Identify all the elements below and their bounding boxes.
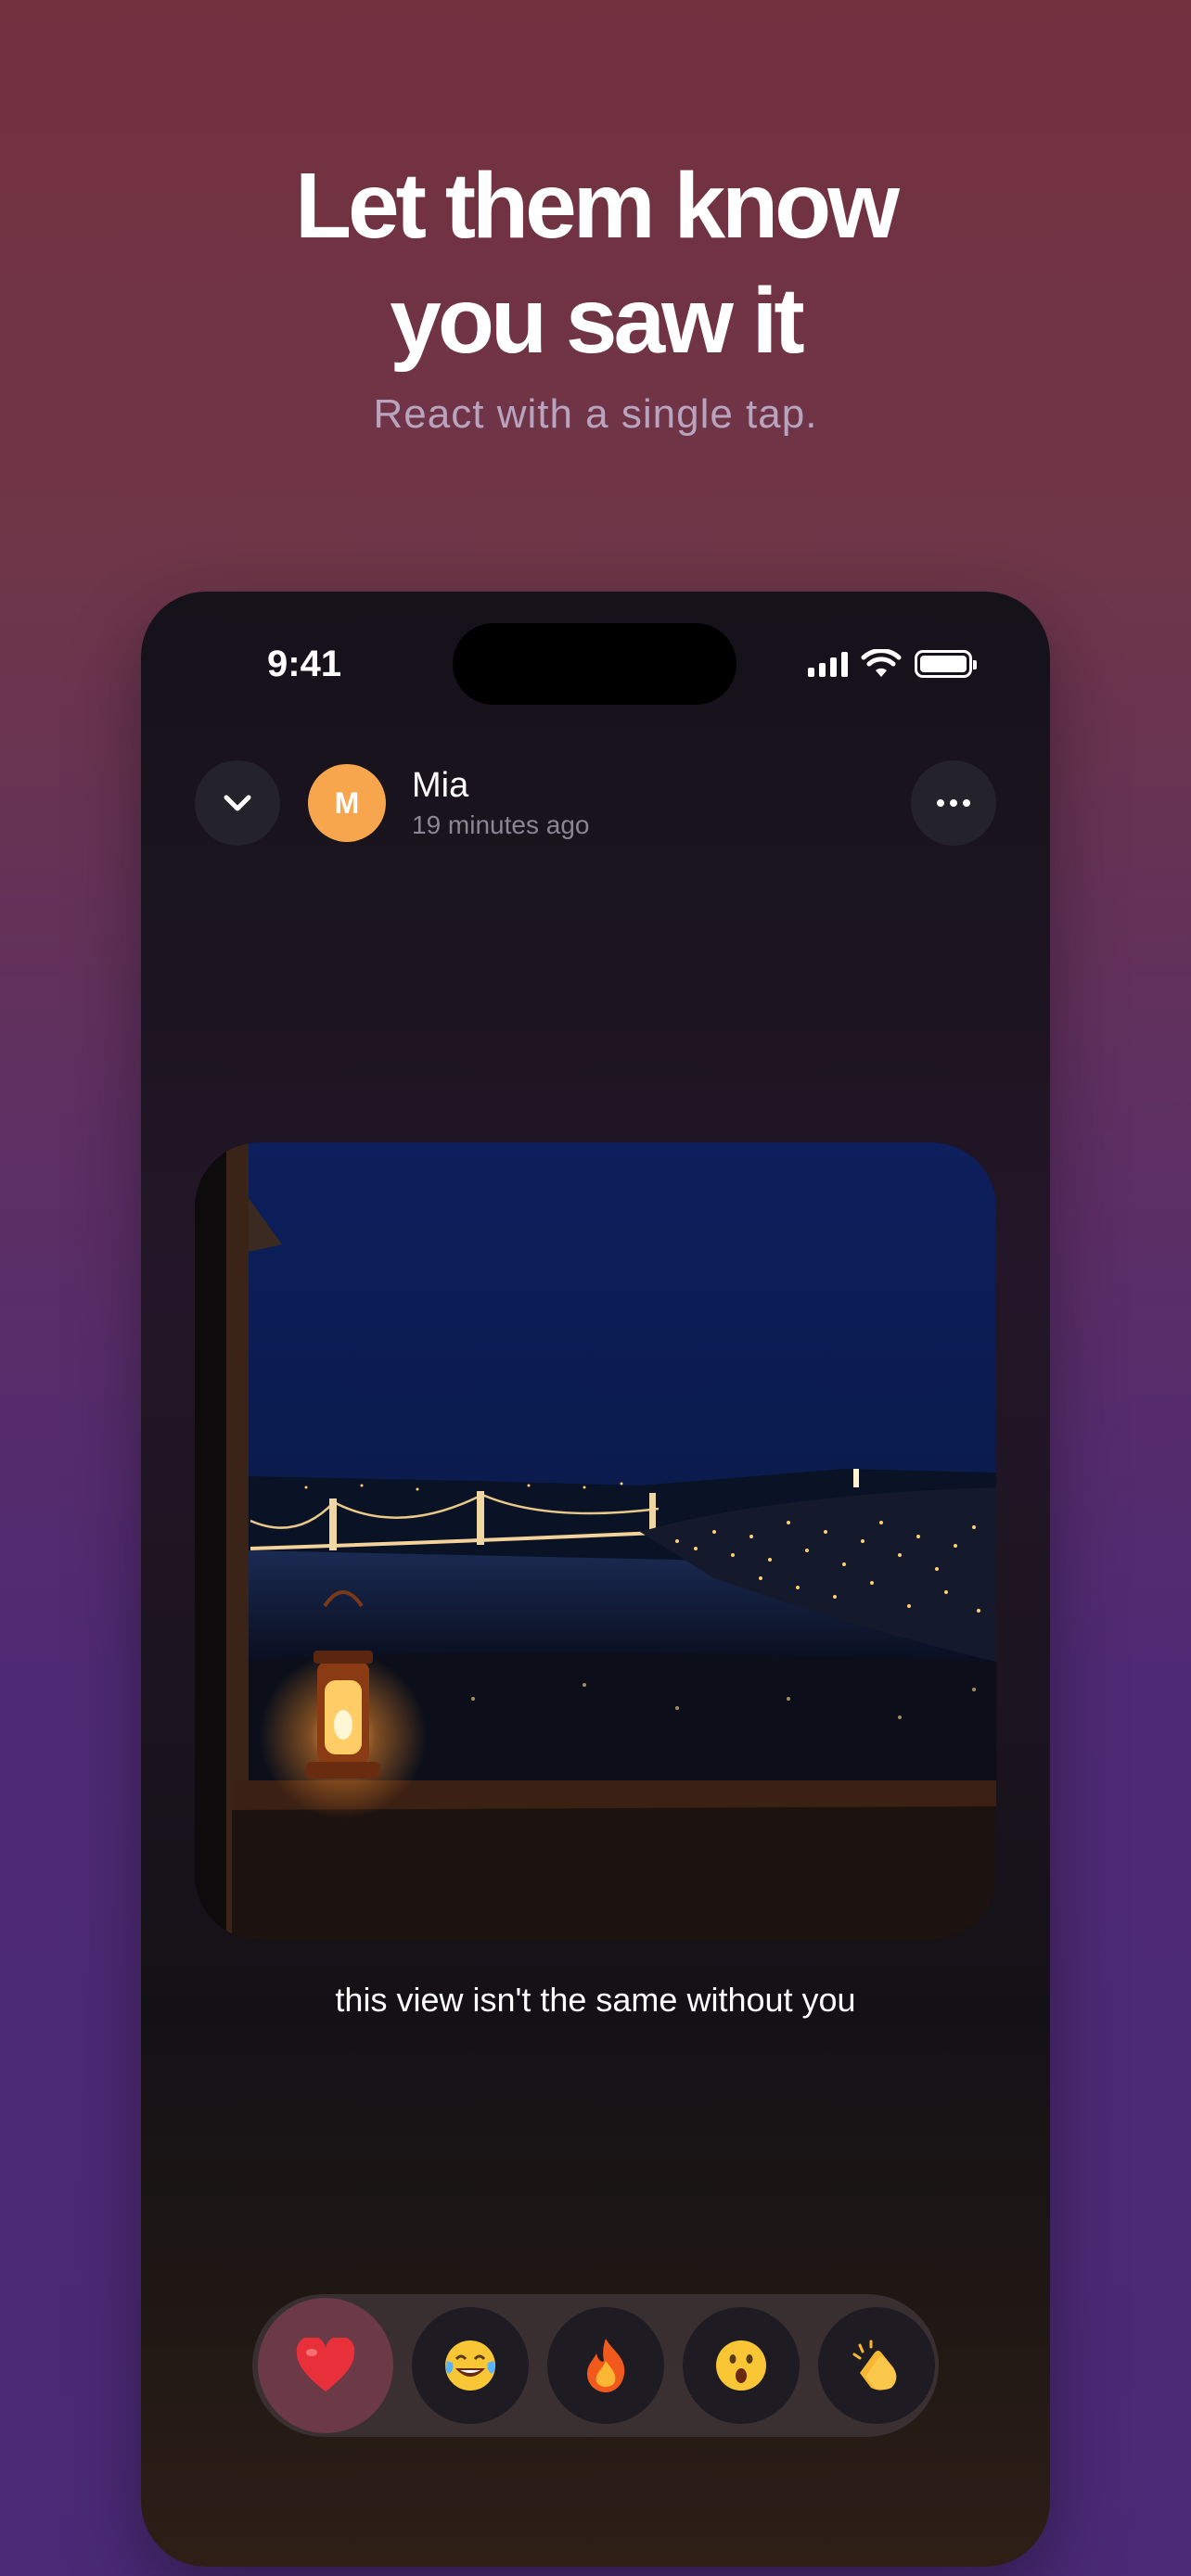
headline-line-2: you saw it — [390, 269, 804, 373]
wifi-icon — [861, 649, 902, 677]
posted-time: 19 minutes ago — [412, 810, 590, 839]
status-time: 9:41 — [267, 644, 342, 684]
clapping-hands-emoji-icon — [852, 2340, 897, 2391]
react-heart-button[interactable] — [258, 2298, 393, 2433]
chevron-down-icon — [224, 795, 251, 811]
react-laughing-button[interactable] — [412, 2307, 529, 2424]
post-caption: this view isn't the same without you — [335, 1981, 856, 2019]
dynamic-island — [453, 623, 736, 705]
promo-subheadline: React with a single tap. — [373, 391, 818, 437]
react-surprised-button[interactable] — [683, 2307, 800, 2424]
avatar[interactable]: M — [308, 764, 386, 842]
reaction-bar — [252, 2294, 939, 2437]
user-name[interactable]: Mia — [412, 766, 468, 806]
tears-of-joy-emoji-icon — [445, 2340, 495, 2391]
fire-emoji-icon — [587, 2339, 625, 2392]
collapse-button[interactable] — [195, 760, 280, 846]
status-icons — [808, 649, 977, 679]
react-clapping-button[interactable] — [818, 2307, 935, 2424]
battery-icon — [915, 650, 977, 678]
headline-line-1: Let them know — [294, 154, 900, 258]
promo-headline: Let them know you saw it — [0, 148, 1191, 378]
more-options-button[interactable] — [911, 760, 996, 846]
surprised-face-emoji-icon — [716, 2340, 766, 2391]
phone-frame: 9:41 M Mia 19 minutes ago this view isn'… — [141, 592, 1050, 2567]
signal-icon — [808, 651, 848, 677]
react-fire-button[interactable] — [547, 2307, 664, 2424]
post-photo[interactable] — [195, 1142, 996, 1940]
heart-emoji-icon — [296, 2338, 355, 2391]
ellipsis-icon — [937, 799, 970, 807]
